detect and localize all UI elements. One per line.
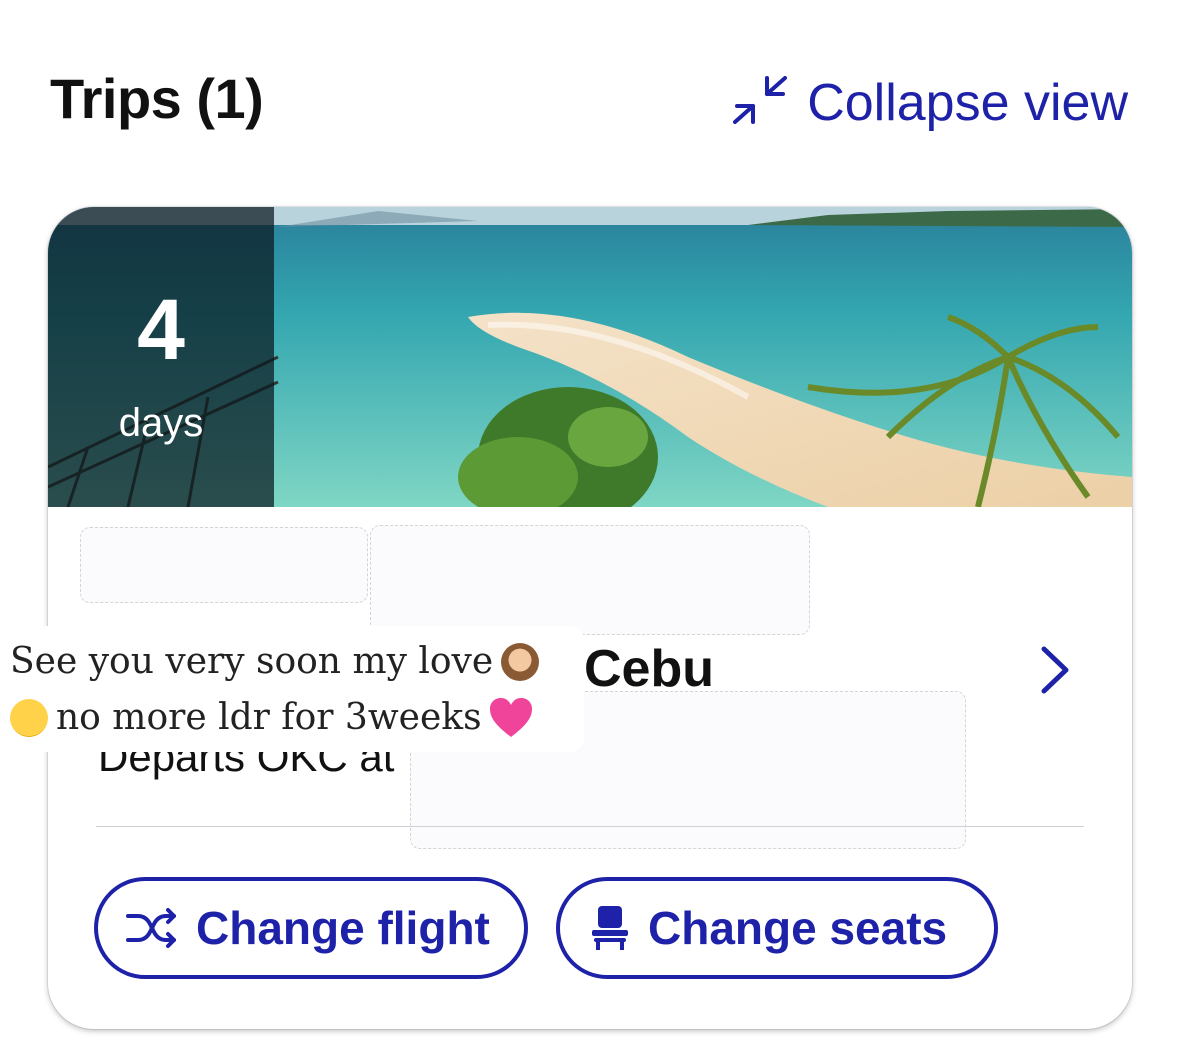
collapse-arrows-icon bbox=[733, 76, 788, 124]
face-blowing-kiss-icon bbox=[10, 699, 48, 737]
collapse-view-button[interactable]: Collapse view bbox=[727, 70, 1128, 136]
change-flight-label: Change flight bbox=[196, 902, 490, 954]
countdown-unit: days bbox=[118, 401, 204, 445]
shuffle-icon bbox=[126, 908, 176, 948]
redacted-area bbox=[370, 525, 810, 635]
destination-photo: 4 days bbox=[48, 207, 1132, 507]
sticker-line-2: no more ldr for 3weeks bbox=[10, 690, 584, 746]
change-seats-button[interactable]: Change seats bbox=[556, 877, 998, 979]
redacted-area bbox=[80, 527, 368, 603]
see-no-evil-monkey-icon bbox=[501, 643, 540, 681]
change-seats-label: Change seats bbox=[648, 902, 948, 954]
divider bbox=[96, 826, 1084, 827]
heart-icon bbox=[489, 698, 532, 737]
collapse-view-label: Collapse view bbox=[807, 74, 1128, 132]
chevron-right-icon[interactable] bbox=[1034, 643, 1074, 697]
trips-screen: Trips (1) Collapse view 4 days Cebu Depa… bbox=[0, 0, 1180, 1064]
countdown-number: 4 bbox=[137, 282, 185, 378]
countdown-badge: 4 days bbox=[48, 207, 274, 507]
page-title: Trips (1) bbox=[50, 67, 264, 130]
trip-card[interactable]: 4 days Cebu Departs OKC at Change flight bbox=[48, 207, 1132, 1029]
sticker-line-1: See you very soon my love bbox=[10, 634, 584, 690]
text-sticker-overlay: See you very soon my love no more ldr fo… bbox=[0, 626, 584, 752]
destination-name: Cebu bbox=[584, 640, 714, 698]
seat-icon bbox=[592, 906, 628, 950]
change-flight-button[interactable]: Change flight bbox=[94, 877, 528, 979]
